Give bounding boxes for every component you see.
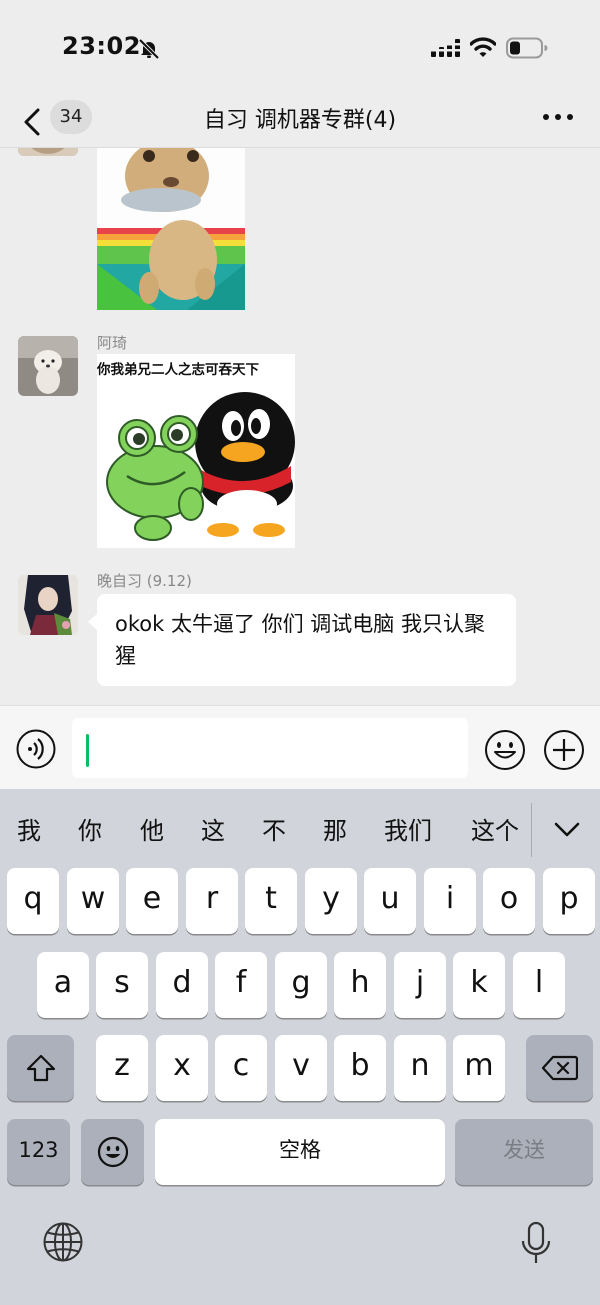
candidate-word[interactable]: 我 (17, 811, 41, 846)
key-h[interactable]: h (334, 952, 386, 1018)
candidate-word[interactable]: 那 (323, 811, 347, 846)
emoji-icon[interactable] (484, 729, 526, 771)
message-bubble[interactable]: okok 太牛逼了 你们 调试电脑 我只认聚猩 (97, 594, 516, 686)
home-indicator-area (0, 1285, 600, 1305)
key-a[interactable]: a (37, 952, 89, 1018)
key-x[interactable]: x (156, 1035, 208, 1101)
bell-off-icon (138, 38, 160, 60)
key-u[interactable]: u (364, 868, 416, 934)
key-w[interactable]: w (67, 868, 119, 934)
key-r[interactable]: r (186, 868, 238, 934)
key-k[interactable]: k (453, 952, 505, 1018)
key-t[interactable]: t (245, 868, 297, 934)
chat-messages[interactable]: 阿琦 你我弟兄二人之志可吞天下 晚自习 (9.12) okok 太牛逼了 你们 … (0, 148, 600, 705)
candidate-bar: 我 你 他 这 不 那 我们 这个 (0, 789, 600, 869)
shift-key[interactable] (7, 1035, 74, 1101)
wifi-icon (470, 37, 496, 57)
cellular-signal-icon (430, 39, 460, 57)
numbers-key[interactable]: 123 (7, 1119, 70, 1185)
voice-icon[interactable] (16, 729, 56, 769)
key-z[interactable]: z (96, 1035, 148, 1101)
key-l[interactable]: l (513, 952, 565, 1018)
chat-nav-bar: 34 自习 调机器专群(4) (0, 96, 600, 148)
candidate-word[interactable]: 你 (78, 811, 102, 846)
shift-icon (26, 1054, 55, 1082)
candidate-word[interactable]: 这个 (471, 811, 519, 846)
candidate-word[interactable]: 这 (201, 811, 225, 846)
key-s[interactable]: s (96, 952, 148, 1018)
emoji-key-icon (97, 1136, 128, 1168)
key-c[interactable]: c (215, 1035, 267, 1101)
input-bar (0, 705, 600, 789)
backspace-key[interactable] (526, 1035, 593, 1101)
candidate-word[interactable]: 我们 (384, 811, 432, 846)
key-n[interactable]: n (394, 1035, 446, 1101)
key-m[interactable]: m (453, 1035, 505, 1101)
status-bar: 23:02 (0, 0, 600, 96)
status-time: 23:02 (62, 32, 141, 60)
sender-name: 阿琦 (97, 334, 128, 352)
battery-icon (506, 37, 548, 59)
globe-icon[interactable] (42, 1221, 84, 1263)
frog-penguin-sticker[interactable]: 你我弟兄二人之志可吞天下 (97, 354, 295, 548)
candidate-word[interactable]: 不 (262, 811, 286, 846)
key-f[interactable]: f (215, 952, 267, 1018)
key-v[interactable]: v (275, 1035, 327, 1101)
key-i[interactable]: i (424, 868, 476, 934)
more-dots-icon[interactable] (538, 104, 578, 130)
key-q[interactable]: q (7, 868, 59, 934)
chat-title: 自习 调机器专群(4) (203, 108, 397, 133)
key-j[interactable]: j (394, 952, 446, 1018)
key-e[interactable]: e (126, 868, 178, 934)
key-d[interactable]: d (156, 952, 208, 1018)
sender-name: 晚自习 (9.12) (97, 572, 192, 590)
avatar[interactable] (18, 575, 78, 635)
avatar[interactable] (18, 148, 78, 156)
microphone-icon[interactable] (520, 1221, 552, 1265)
candidate-word[interactable]: 他 (140, 811, 164, 846)
candidate-divider (531, 803, 532, 857)
key-b[interactable]: b (334, 1035, 386, 1101)
chevron-down-icon[interactable] (550, 817, 584, 841)
back-chevron-icon[interactable] (18, 102, 48, 142)
key-p[interactable]: p (543, 868, 595, 934)
ime-keyboard: 我 你 他 这 不 那 我们 这个 q w e r t y u i o p a … (0, 789, 600, 1305)
plus-icon[interactable] (543, 729, 585, 771)
cat-sticker[interactable] (97, 148, 245, 310)
send-key[interactable]: 发送 (455, 1119, 593, 1185)
key-y[interactable]: y (305, 868, 357, 934)
message-input[interactable] (72, 718, 468, 778)
backspace-icon (541, 1055, 578, 1081)
key-g[interactable]: g (275, 952, 327, 1018)
text-caret (86, 734, 89, 767)
unread-count-badge[interactable]: 34 (50, 100, 92, 134)
emoji-key[interactable] (81, 1119, 144, 1185)
key-o[interactable]: o (483, 868, 535, 934)
space-key[interactable]: 空格 (155, 1119, 445, 1185)
avatar[interactable] (18, 336, 78, 396)
